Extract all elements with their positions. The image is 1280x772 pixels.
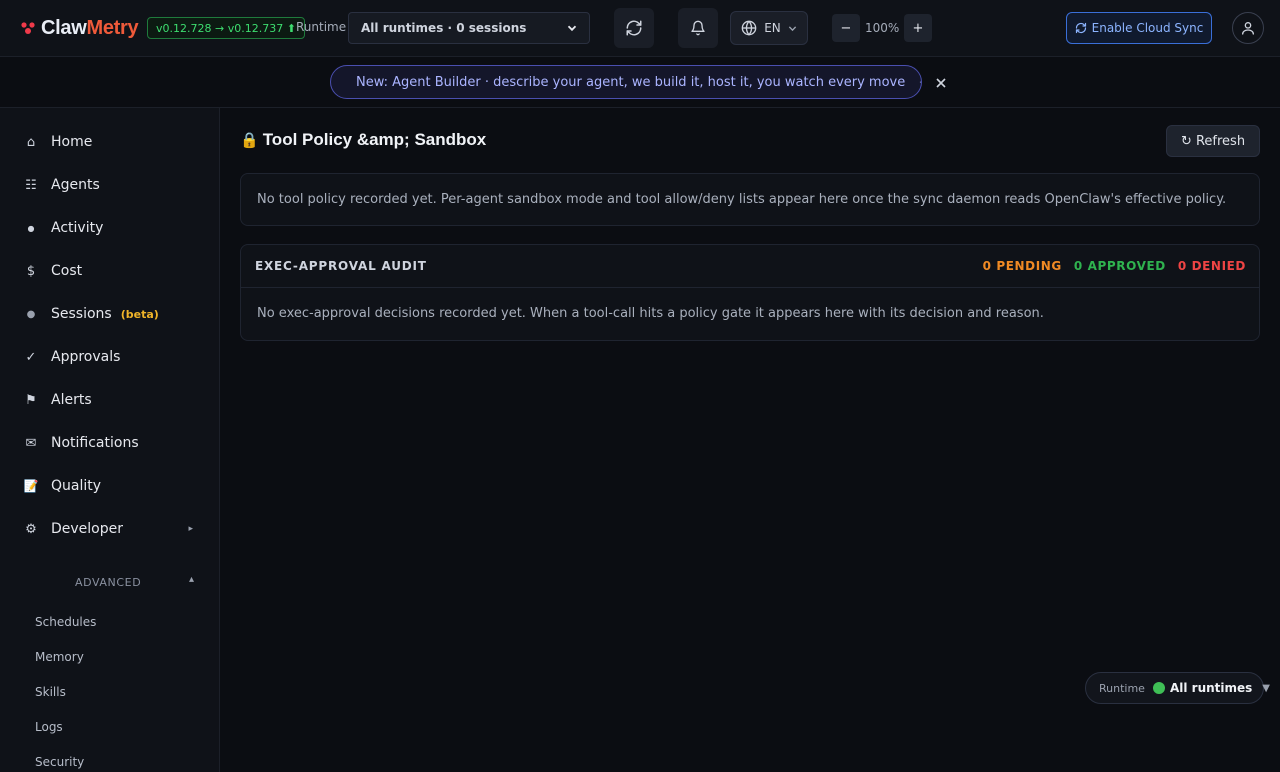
cloud-sync-label: Enable Cloud Sync (1091, 21, 1204, 35)
chevron-down-icon (788, 25, 796, 31)
pending-count: 0 PENDING (982, 259, 1062, 273)
runtime-pill-label: Runtime (1099, 681, 1145, 695)
zoom-level: 100% (865, 21, 900, 35)
logo-text: ClawMetry (41, 16, 139, 40)
sidebar-item-alerts[interactable]: ⚑ Alerts (0, 382, 219, 418)
sidebar-item-skills[interactable]: Skills (35, 682, 66, 702)
banner-close-button[interactable] (932, 75, 950, 91)
sidebar-item-label: Home (51, 134, 93, 150)
sidebar-item-notifications[interactable]: ✉ Notifications (0, 425, 219, 461)
refresh-button[interactable]: ↻ Refresh (1166, 125, 1260, 157)
enable-cloud-sync-button[interactable]: Enable Cloud Sync (1066, 12, 1212, 44)
sidebar-item-sessions[interactable]: ● Sessions (beta) (0, 296, 219, 332)
sidebar-item-home[interactable]: ⌂ Home (0, 124, 219, 160)
sidebar-item-label: Quality (51, 478, 102, 494)
runtime-filter-pill[interactable]: Runtime All runtimes ▼ (1085, 672, 1270, 704)
activity-icon: ● (27, 223, 35, 233)
sidebar-item-developer[interactable]: ⚙ Developer ▸ (0, 511, 219, 547)
audit-card-header: EXEC-APPROVAL AUDIT 0 PENDING 0 APPROVED… (241, 245, 1259, 288)
user-avatar-button[interactable] (1232, 12, 1264, 44)
audit-title: EXEC-APPROVAL AUDIT (255, 259, 427, 273)
sidebar-item-agents[interactable]: ☷ Agents (0, 167, 219, 203)
sidebar-item-label: Sessions (51, 306, 112, 322)
sidebar-item-approvals[interactable]: ✓ Approvals (0, 339, 219, 375)
sidebar-item-schedules[interactable]: Schedules (35, 612, 96, 632)
language-selector[interactable]: EN (730, 11, 808, 45)
logo-text-metry: Metry (86, 16, 139, 39)
sidebar-item-label: Activity (51, 220, 104, 236)
sidebar-item-cost[interactable]: $ Cost (0, 253, 219, 289)
advanced-section-toggle[interactable]: ADVANCED ▴ (0, 574, 219, 594)
sidebar-item-label: Developer (51, 521, 124, 537)
cost-icon: $ (26, 263, 36, 279)
sidebar-item-label: Approvals (51, 349, 121, 365)
sidebar-item-logs[interactable]: Logs (35, 717, 63, 737)
app-logo[interactable]: ClawMetry (20, 16, 139, 40)
globe-icon (741, 20, 757, 36)
bell-icon (691, 20, 705, 36)
exec-approval-audit-card: EXEC-APPROVAL AUDIT 0 PENDING 0 APPROVED… (240, 244, 1260, 341)
sidebar-item-quality[interactable]: 📝 Quality (0, 468, 219, 504)
chevron-up-icon: ▴ (189, 574, 195, 585)
chevron-down-icon: ▼ (1262, 682, 1270, 694)
close-icon (936, 78, 946, 88)
notifications-button[interactable] (678, 8, 718, 48)
status-dot-icon (1152, 682, 1165, 694)
announcement-bar: New: Agent Builder · describe your agent… (0, 57, 1280, 108)
arrow-right-icon: → (919, 75, 921, 89)
sidebar: ⌂ Home ☷ Agents ● Activity $ Cost ● Sess… (0, 108, 220, 772)
chevron-down-icon (567, 25, 577, 32)
logo-text-claw: Claw (41, 16, 87, 39)
refresh-icon (626, 20, 642, 36)
zoom-out-button[interactable]: − (832, 14, 860, 42)
version-update-badge[interactable]: v0.12.728 → v0.12.737 ⬆ (147, 17, 305, 39)
home-icon: ⌂ (26, 134, 36, 150)
sidebar-item-security[interactable]: Security (35, 752, 84, 772)
page-title-text: Tool Policy &amp; Sandbox (262, 130, 487, 149)
runtime-pill-value: All runtimes (1169, 681, 1253, 695)
sync-icon (1075, 22, 1086, 34)
runtime-select[interactable]: All runtimes · 0 sessions (348, 12, 590, 44)
agents-icon: ☷ (25, 177, 37, 193)
alerts-icon: ⚑ (25, 392, 37, 408)
sessions-icon: ● (26, 308, 36, 320)
notifications-icon: ✉ (25, 435, 37, 451)
lock-icon: 🔒 (240, 132, 259, 149)
approved-count: 0 APPROVED (1073, 259, 1166, 273)
sidebar-item-activity[interactable]: ● Activity (0, 210, 219, 246)
runtime-label: Runtime (296, 20, 347, 34)
approvals-icon: ✓ (25, 349, 37, 365)
agent-builder-banner[interactable]: New: Agent Builder · describe your agent… (330, 65, 922, 99)
sidebar-item-label: Alerts (51, 392, 92, 408)
quality-icon: 📝 (23, 479, 39, 493)
sidebar-item-label: Notifications (51, 435, 139, 451)
user-icon (1242, 22, 1254, 35)
tool-policy-empty-message: No tool policy recorded yet. Per-agent s… (257, 192, 1227, 207)
beta-badge: (beta) (120, 307, 159, 321)
banner-text: New: Agent Builder · describe your agent… (356, 74, 906, 90)
top-bar: ClawMetry v0.12.728 → v0.12.737 ⬆ Runtim… (0, 0, 1280, 57)
chevron-right-icon: ▸ (188, 524, 193, 534)
sync-refresh-button[interactable] (614, 8, 654, 48)
tool-policy-card: No tool policy recorded yet. Per-agent s… (240, 173, 1260, 226)
claw-logo-icon (20, 20, 36, 36)
audit-empty-message: No exec-approval decisions recorded yet.… (257, 306, 1044, 321)
sidebar-item-memory[interactable]: Memory (35, 647, 84, 667)
sidebar-item-label: Cost (51, 263, 83, 279)
denied-count: 0 DENIED (1177, 259, 1246, 273)
language-value: EN (764, 21, 781, 35)
audit-stats: 0 PENDING 0 APPROVED 0 DENIED (983, 259, 1246, 273)
advanced-label: ADVANCED (75, 576, 142, 589)
developer-icon: ⚙ (25, 521, 37, 537)
runtime-select-value: All runtimes · 0 sessions (361, 21, 527, 35)
zoom-in-button[interactable]: + (904, 14, 932, 42)
sidebar-item-label: Agents (51, 177, 100, 193)
page-title: 🔒 Tool Policy &amp; Sandbox (240, 128, 486, 152)
